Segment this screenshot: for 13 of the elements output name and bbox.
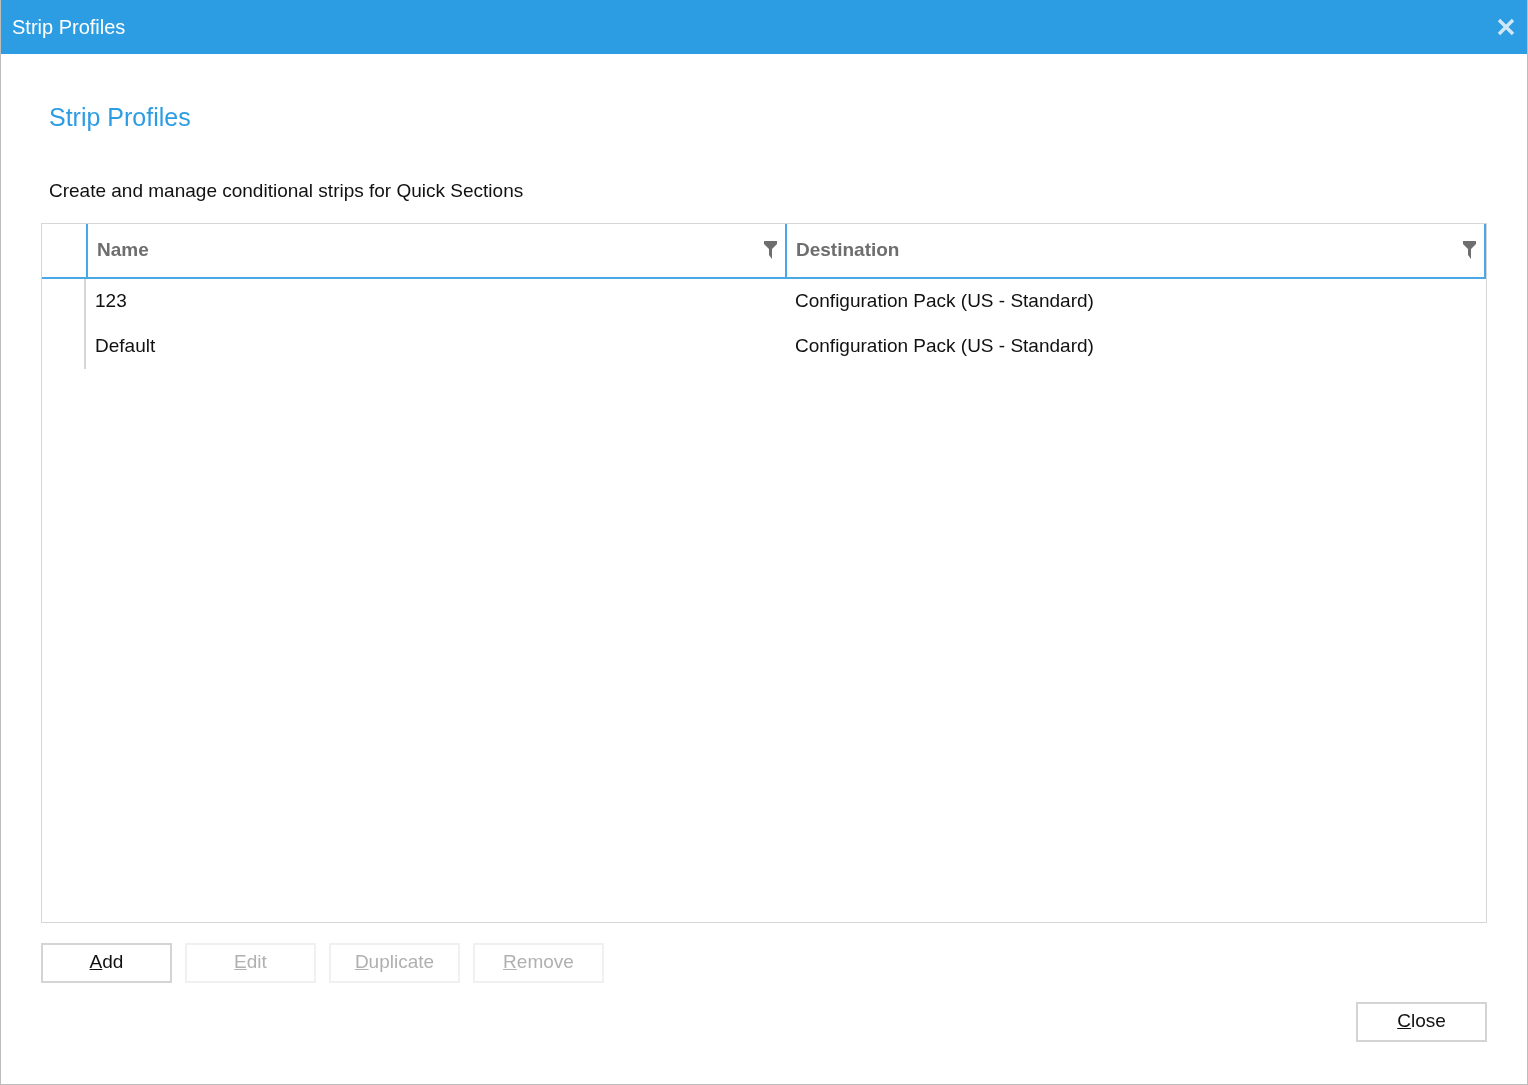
action-button[interactable]: Add xyxy=(41,942,172,983)
window-title: Strip Profiles xyxy=(12,15,126,40)
filter-icon[interactable] xyxy=(1463,241,1476,259)
action-button[interactable]: Close xyxy=(1356,1001,1487,1042)
table-cell-text: Configuration Pack (US - Standard) xyxy=(794,288,1095,313)
column-header[interactable]: Name xyxy=(86,223,785,277)
dialog-heading: Strip Profiles xyxy=(49,102,192,132)
column-header[interactable]: Destination xyxy=(785,223,1486,277)
table-cell-text: Configuration Pack (US - Standard) xyxy=(794,333,1095,358)
filter-icon[interactable] xyxy=(764,241,777,259)
table-cell-text: 123 xyxy=(94,288,128,313)
description-text: Create and manage conditional strips for Quick Sections xyxy=(49,179,525,203)
table-cell-text: Default xyxy=(94,333,157,358)
